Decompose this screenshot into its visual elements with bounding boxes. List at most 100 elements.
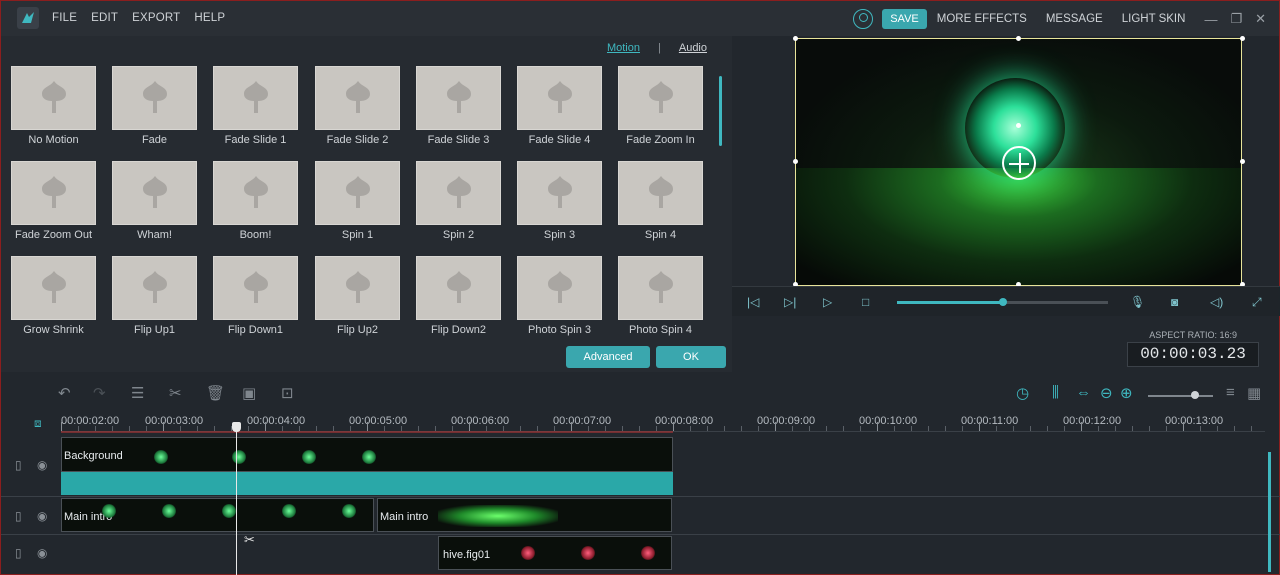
leaf-thumbnail-icon xyxy=(143,176,167,208)
resize-handle[interactable] xyxy=(793,36,798,41)
crop-icon[interactable]: ▣ xyxy=(242,384,256,402)
save-button[interactable]: SAVE xyxy=(882,9,927,29)
effect-tile[interactable] xyxy=(11,161,96,225)
zoom-out-icon[interactable]: ⊖ xyxy=(1100,384,1113,402)
menu-export[interactable]: EXPORT xyxy=(132,12,180,24)
close-icon[interactable]: ✕ xyxy=(1255,11,1266,27)
zoom-slider-knob[interactable] xyxy=(1190,391,1199,399)
effect-tile[interactable] xyxy=(11,256,96,320)
menu-help[interactable]: HELP xyxy=(194,12,225,24)
effect-tile[interactable] xyxy=(618,66,703,130)
skip-start-icon[interactable]: |◁ xyxy=(747,295,759,309)
effect-tile[interactable] xyxy=(416,256,501,320)
microphone-icon[interactable]: 🎙 xyxy=(1130,295,1145,309)
tab-audio[interactable]: Audio xyxy=(679,42,707,54)
ruler-tick-label: 00:00:07:00 xyxy=(553,415,612,427)
ruler-tick xyxy=(1081,422,1082,431)
minimize-icon[interactable]: — xyxy=(1204,12,1217,27)
cut-icon[interactable]: ✂ xyxy=(169,384,182,402)
effect-label: Fade Slide 3 xyxy=(427,134,490,146)
maximize-icon[interactable]: ❐ xyxy=(1230,11,1242,27)
more-effects-link[interactable]: MORE EFFECTS xyxy=(937,13,1027,25)
effect-tile[interactable] xyxy=(618,161,703,225)
effect-tile[interactable] xyxy=(315,256,400,320)
ruler-tick-label: 00:00:10:00 xyxy=(859,415,918,427)
move-crosshair-icon[interactable] xyxy=(1002,146,1036,180)
user-account-icon[interactable] xyxy=(853,9,874,29)
effect-tile[interactable] xyxy=(517,66,602,130)
light-skin-link[interactable]: LIGHT SKIN xyxy=(1122,13,1186,25)
zoom-slider[interactable] xyxy=(1148,395,1213,397)
timeline-scrollbar[interactable] xyxy=(1268,452,1271,572)
visibility-eye-icon[interactable]: ◉ xyxy=(37,458,47,472)
visibility-eye-icon[interactable]: ◉ xyxy=(37,509,47,523)
effect-label: Photo Spin 3 xyxy=(528,324,591,336)
resize-handle[interactable] xyxy=(793,159,798,164)
leaf-thumbnail-icon xyxy=(548,176,572,208)
resize-handle[interactable] xyxy=(1240,159,1245,164)
ok-button[interactable]: OK xyxy=(656,346,726,368)
tab-separator: | xyxy=(658,42,661,54)
effect-tile[interactable] xyxy=(112,256,197,320)
ruler-tick-label: 00:00:11:00 xyxy=(961,415,1019,427)
audio-mixer-icon[interactable]: ⫼ xyxy=(1052,384,1059,401)
fit-timeline-icon[interactable]: ⇔ xyxy=(1076,384,1091,401)
ruler-tick xyxy=(673,422,674,431)
zoom-in-icon[interactable]: ⊕ xyxy=(1120,384,1133,402)
step-back-icon[interactable]: ▷| xyxy=(784,295,796,309)
resize-handle[interactable] xyxy=(1016,36,1021,41)
tab-motion[interactable]: Motion xyxy=(607,42,640,54)
visibility-eye-icon[interactable]: ◉ xyxy=(37,546,47,560)
effect-tile[interactable] xyxy=(315,66,400,130)
snapshot-camera-icon[interactable]: ◙ xyxy=(1171,295,1178,309)
time-ruler[interactable]: 00:00:02:00 00:00:03:00 00:00:04:00 00:00:0… xyxy=(61,412,1265,432)
playback-progress-bar[interactable] xyxy=(897,298,1108,306)
overlay-clip[interactable]: hive.fig01 xyxy=(438,536,672,570)
effect-tile[interactable] xyxy=(112,161,197,225)
effect-tile[interactable] xyxy=(11,66,96,130)
leaf-thumbnail-icon xyxy=(548,271,572,303)
grid-view-icon[interactable]: ▦ xyxy=(1247,384,1261,402)
volume-icon[interactable]: ◁) xyxy=(1210,295,1223,309)
resize-handle[interactable] xyxy=(1240,36,1245,41)
play-icon[interactable]: ▷ xyxy=(823,295,832,309)
effect-tile[interactable] xyxy=(213,161,298,225)
effect-tile[interactable] xyxy=(315,161,400,225)
message-link[interactable]: MESSAGE xyxy=(1046,13,1103,25)
ruler-tick xyxy=(741,426,742,431)
effect-tile[interactable] xyxy=(213,256,298,320)
effect-tile[interactable] xyxy=(416,66,501,130)
fullscreen-icon[interactable]: ⤢ xyxy=(1252,295,1262,310)
audio-waveform-bar[interactable] xyxy=(61,472,673,495)
redo-icon[interactable]: ↷ xyxy=(93,384,106,402)
effect-tile[interactable] xyxy=(416,161,501,225)
adjust-icon[interactable]: ☰ xyxy=(131,384,144,402)
work-area-marker xyxy=(61,431,673,433)
effect-tile[interactable] xyxy=(517,161,602,225)
menu-file[interactable]: FILE xyxy=(52,12,77,24)
effect-tile[interactable] xyxy=(618,256,703,320)
main-intro-clip-1[interactable]: Main intro xyxy=(61,498,374,532)
effect-tile[interactable] xyxy=(112,66,197,130)
rotate-handle[interactable] xyxy=(1016,123,1021,128)
ruler-tick xyxy=(61,422,62,431)
list-view-icon[interactable]: ≡ xyxy=(1226,384,1235,401)
pip-icon[interactable]: ⊡ xyxy=(281,384,294,402)
effects-scrollbar[interactable] xyxy=(719,76,722,146)
effect-tile[interactable] xyxy=(517,256,602,320)
progress-knob[interactable] xyxy=(998,298,1007,306)
playhead[interactable] xyxy=(236,424,237,575)
delete-icon[interactable]: 🗑 xyxy=(206,384,225,402)
ruler-tick xyxy=(265,422,266,431)
menu-edit[interactable]: EDIT xyxy=(91,12,118,24)
leaf-thumbnail-icon xyxy=(143,81,167,113)
render-preview-icon[interactable]: ◷ xyxy=(1016,384,1029,402)
stop-icon[interactable]: □ xyxy=(862,295,869,309)
snap-icon[interactable]: ⧈ xyxy=(34,416,42,431)
effect-label: Spin 1 xyxy=(341,229,374,241)
main-intro-clip-2[interactable]: Main intro xyxy=(377,498,672,532)
effect-tile[interactable] xyxy=(213,66,298,130)
background-clip[interactable]: Background xyxy=(61,437,673,472)
advanced-button[interactable]: Advanced xyxy=(566,346,650,368)
undo-icon[interactable]: ↶ xyxy=(58,384,71,402)
